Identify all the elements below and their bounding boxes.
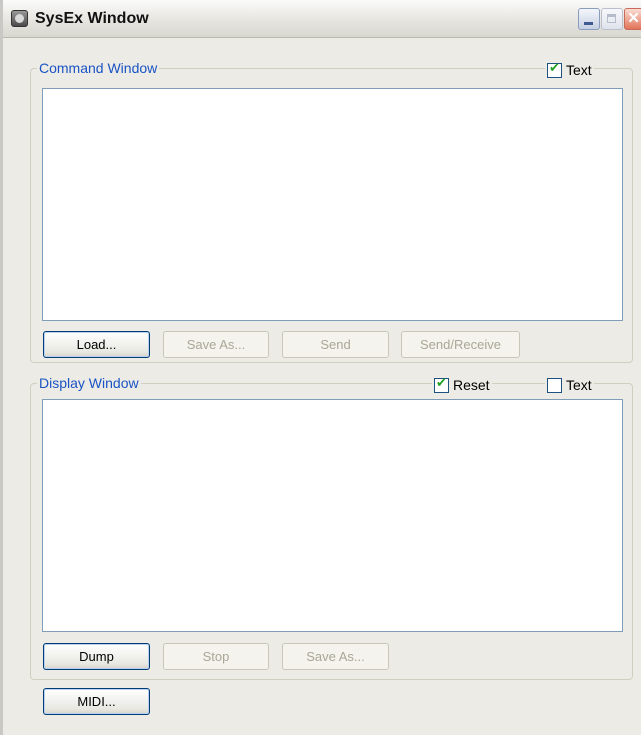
app-icon[interactable] bbox=[11, 10, 28, 27]
send-receive-button[interactable]: Send/Receive bbox=[401, 331, 520, 358]
title-bar[interactable]: SysEx Window × bbox=[3, 0, 641, 38]
window-title: SysEx Window bbox=[35, 10, 149, 27]
command-text-label: Text bbox=[566, 62, 592, 78]
command-window-legend: Command Window bbox=[37, 60, 160, 76]
reset-checkbox[interactable]: Reset bbox=[432, 376, 492, 393]
display-text-label: Text bbox=[566, 377, 592, 393]
display-window-legend: Display Window bbox=[37, 375, 141, 391]
display-text-checkbox[interactable]: Text bbox=[545, 377, 594, 393]
save-as-button[interactable]: Save As... bbox=[163, 331, 269, 358]
send-button[interactable]: Send bbox=[282, 331, 389, 358]
close-icon: × bbox=[628, 8, 640, 29]
command-text-area[interactable] bbox=[42, 88, 623, 321]
dump-button[interactable]: Dump bbox=[43, 643, 150, 670]
sysex-window: SysEx Window × Command Window Text Load.… bbox=[0, 0, 641, 735]
command-text-checkbox[interactable]: Text bbox=[545, 61, 594, 78]
checkbox-checked-icon bbox=[547, 61, 562, 78]
minimize-button[interactable] bbox=[578, 8, 600, 30]
load-button[interactable]: Load... bbox=[43, 331, 150, 358]
maximize-button[interactable] bbox=[601, 8, 623, 30]
midi-button[interactable]: MIDI... bbox=[43, 688, 150, 715]
checkbox-checked-icon bbox=[434, 376, 449, 393]
reset-label: Reset bbox=[453, 377, 490, 393]
display-save-as-button[interactable]: Save As... bbox=[282, 643, 389, 670]
close-button[interactable]: × bbox=[624, 8, 641, 30]
display-text-area[interactable] bbox=[42, 399, 623, 632]
stop-button[interactable]: Stop bbox=[163, 643, 269, 670]
checkbox-unchecked-icon bbox=[547, 377, 562, 393]
